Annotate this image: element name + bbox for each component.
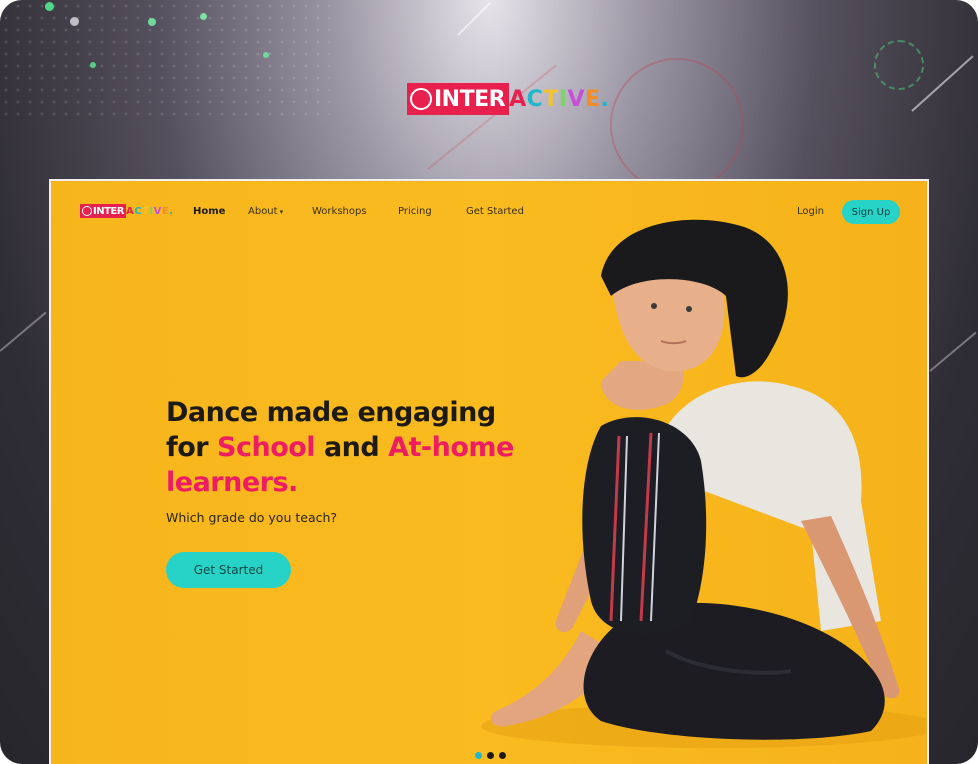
logo-primary-text: INTER [434,86,506,112]
logo-letter: C [526,86,544,112]
website-screenshot: INTER ACTIVE. Home About ▾ Workshops Pric… [49,179,929,764]
logo-primary-text: INTER [93,205,124,217]
nav-link-workshops[interactable]: Workshops [312,206,367,217]
logo-badge: INTER [80,204,126,218]
background-glow-dot [263,52,269,58]
logo-letter: . [169,205,174,217]
nav-link-about[interactable]: About ▾ [248,206,283,217]
background-streak [0,311,47,352]
nav-link-home[interactable]: Home [193,206,225,217]
background-glow-dot [90,62,96,68]
background-glow-dot [70,17,79,26]
logo-letter: A [125,205,135,217]
nav-logo[interactable]: INTER ACTIVE. [80,204,174,218]
logo-letter: . [600,86,610,112]
background-dot-pattern [0,0,330,120]
nav-link-about-label: About [248,206,278,217]
logo-letter: E [585,86,601,112]
logo-letter: V [153,205,162,217]
nav-link-pricing[interactable]: Pricing [398,206,432,217]
slider-dot[interactable] [475,752,482,759]
background-glow-dot [148,18,156,26]
hero-title-prefix: for [166,432,218,463]
background-glow-dot [200,13,207,20]
background-streak [457,1,492,36]
hero-title-and: and [315,432,389,463]
slider-dot[interactable] [499,752,506,759]
slider-pagination [475,752,506,759]
background-streak [427,64,557,170]
hero-image [481,219,927,748]
presentation-frame: INTER ACTIVE. INTER ACTIVE. Home About ▾ … [0,0,978,764]
slider-dot[interactable] [487,752,494,759]
globe-icon [82,206,92,216]
logo-letter: T [543,86,559,112]
logo-secondary-text: ACTIVE. [509,87,609,112]
logo-letter: C [134,205,143,217]
hero-highlight-school: School [217,432,316,463]
hero-subtitle: Which grade do you teach? [166,510,338,525]
logo-letter: A [509,86,527,112]
get-started-button[interactable]: Get Started [166,552,291,588]
globe-icon [410,88,432,110]
background-glow-dot [45,2,54,11]
background-burst [874,40,924,90]
background-streak [929,331,977,372]
chevron-down-icon: ▾ [279,208,284,216]
background-arc [610,58,744,192]
logo-badge: INTER [407,83,510,115]
brand-logo: INTER ACTIVE. [407,83,609,115]
logo-letter: V [567,86,585,112]
logo-secondary-text: ACTIVE. [126,206,174,217]
